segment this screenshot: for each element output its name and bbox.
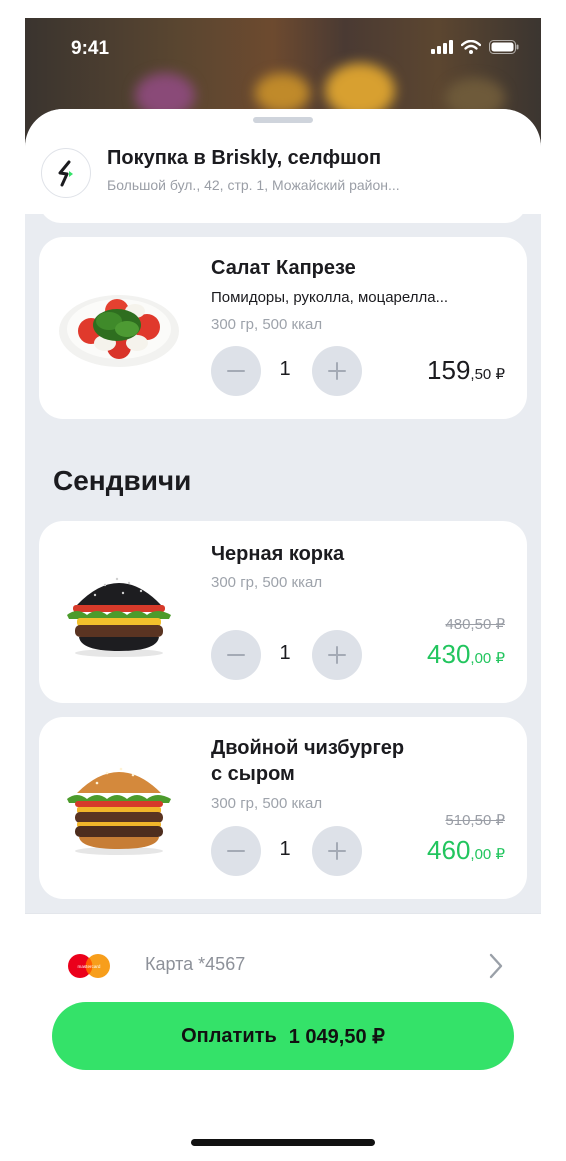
sheet-header: Покупка в Briskly, селфшоп Большой бул.,… bbox=[25, 109, 541, 214]
store-address: Большой бул., 42, стр. 1, Можайский райо… bbox=[107, 177, 400, 193]
pay-button-amount: 1 049,50 ₽ bbox=[288, 1025, 385, 1048]
old-price: 480,50 ₽ bbox=[445, 616, 505, 633]
price-integer: 159 bbox=[427, 355, 471, 385]
section-title: Сендвичи bbox=[53, 465, 192, 496]
cheeseburger-image bbox=[67, 767, 171, 855]
status-bar: 9:41 bbox=[25, 18, 541, 78]
decrease-quantity-button[interactable] bbox=[211, 826, 261, 876]
home-indicator bbox=[191, 1139, 375, 1146]
quantity-value: 1 bbox=[279, 838, 291, 860]
mastercard-logo-text: mastercard bbox=[78, 964, 101, 969]
quantity-value: 1 bbox=[279, 358, 291, 380]
price-fraction: ,00 ₽ bbox=[470, 846, 505, 863]
store-title: Покупка в Briskly, селфшоп bbox=[107, 147, 382, 169]
item-name: Черная корка bbox=[211, 543, 345, 565]
sheet-grabber[interactable] bbox=[253, 117, 313, 123]
signal-icon bbox=[431, 40, 453, 54]
status-icons bbox=[431, 40, 519, 54]
store-logo-icon bbox=[41, 148, 91, 198]
chevron-right-icon[interactable] bbox=[487, 952, 505, 985]
item-name-line1: Двойной чизбургер bbox=[211, 737, 405, 759]
mastercard-icon: mastercard bbox=[65, 953, 113, 979]
quantity-value: 1 bbox=[279, 642, 291, 664]
price-integer: 430 bbox=[427, 639, 471, 669]
plus-icon bbox=[328, 842, 346, 860]
status-time: 9:41 bbox=[71, 38, 110, 59]
decrease-quantity-button[interactable] bbox=[211, 346, 261, 396]
item-meta: 300 гр, 500 ккал bbox=[211, 316, 323, 333]
increase-quantity-button[interactable] bbox=[312, 346, 362, 396]
black-burger-image bbox=[67, 577, 171, 657]
item-price: 159,50 ₽ bbox=[427, 355, 505, 386]
discount-price: 430,00 ₽ bbox=[427, 639, 505, 670]
pay-button[interactable]: Оплатить 1 049,50 ₽ bbox=[52, 1002, 514, 1070]
cart-item-card: Двойной чизбургер с сыром 300 гр, 500 кк… bbox=[39, 717, 527, 899]
increase-quantity-button[interactable] bbox=[312, 826, 362, 876]
battery-icon bbox=[489, 40, 519, 54]
item-description: Помидоры, руколла, моцарелла... bbox=[211, 289, 449, 306]
increase-quantity-button[interactable] bbox=[312, 630, 362, 680]
cart-item-card: Салат Капрезе Помидоры, руколла, моцарел… bbox=[39, 237, 527, 419]
cart-item-card: Черная корка 300 гр, 500 ккал 1 480,50 ₽… bbox=[39, 521, 527, 703]
item-name: Салат Капрезе bbox=[211, 257, 356, 279]
plus-icon bbox=[328, 362, 346, 380]
plus-icon bbox=[328, 646, 346, 664]
item-meta: 300 гр, 500 ккал bbox=[211, 795, 323, 812]
discount-price: 460,00 ₽ bbox=[427, 835, 505, 866]
payment-method-label[interactable]: Карта *4567 bbox=[145, 954, 245, 975]
payment-panel: mastercard Карта *4567 Оплатить 1 049,50… bbox=[25, 913, 541, 1161]
wifi-icon bbox=[461, 40, 481, 54]
caprese-salad-image bbox=[59, 295, 179, 367]
minus-icon bbox=[227, 654, 245, 656]
item-name-line2: с сыром bbox=[211, 763, 295, 785]
phone-screen: 9:41 Покупка в Briskly, селфшоп Большой … bbox=[25, 18, 541, 1161]
price-fraction: ,50 ₽ bbox=[470, 366, 505, 383]
pay-button-label: Оплатить bbox=[181, 1024, 277, 1047]
price-fraction: ,00 ₽ bbox=[470, 650, 505, 667]
old-price: 510,50 ₽ bbox=[445, 812, 505, 829]
item-meta: 300 гр, 500 ккал bbox=[211, 574, 323, 591]
price-integer: 460 bbox=[427, 835, 471, 865]
minus-icon bbox=[227, 370, 245, 372]
decrease-quantity-button[interactable] bbox=[211, 630, 261, 680]
minus-icon bbox=[227, 850, 245, 852]
background-blob bbox=[255, 73, 310, 113]
